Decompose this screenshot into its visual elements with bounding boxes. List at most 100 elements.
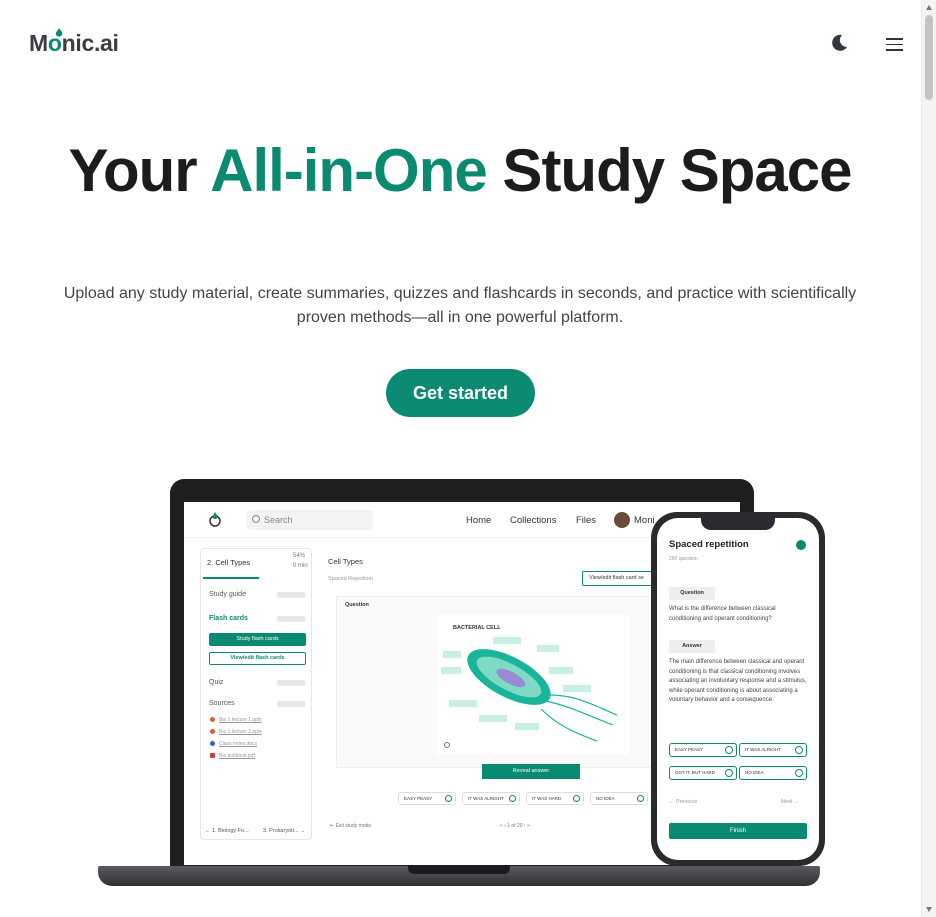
- app-logo-icon: [209, 512, 221, 527]
- bacteria-illustration: [441, 637, 618, 748]
- app-sidebar: 2. Cell Types 54% 0 min Study guide Flas…: [200, 548, 312, 840]
- rating-label: NO IDEA: [745, 770, 764, 775]
- source-link[interactable]: Bio 1 lecture 1.pptx: [219, 717, 262, 723]
- phone-previous-link[interactable]: ← Previous: [669, 799, 697, 805]
- laptop-notch: [408, 866, 510, 874]
- phone-screen: Spaced repetition 260 question Question …: [657, 518, 819, 860]
- source-link[interactable]: Class notes.docx: [219, 741, 257, 747]
- frown-icon: [573, 795, 580, 802]
- app-nav-collections[interactable]: Collections: [510, 515, 556, 526]
- side-item-quiz[interactable]: Quiz: [209, 679, 223, 686]
- site-header: Monic.ai: [0, 0, 921, 90]
- main-title: Cell Types: [328, 557, 363, 566]
- side-mini-bar: [277, 701, 305, 707]
- pptx-file-icon: [210, 717, 215, 722]
- phone-title: Spaced repetition: [669, 539, 749, 550]
- pager-label: 1 of 20: [507, 823, 523, 829]
- exit-study-mode-link[interactable]: ⇤ Exit study mode: [330, 823, 371, 829]
- study-flash-cards-button[interactable]: Study flash cards: [209, 633, 306, 646]
- scroll-down-arrow-icon[interactable]: [926, 907, 932, 912]
- rating-easy-button[interactable]: EASY PEASY: [398, 792, 456, 805]
- side-time: 0 min: [293, 563, 308, 569]
- smile-icon: [445, 795, 452, 802]
- hero-title-part1: Your: [68, 137, 197, 204]
- pptx-file-icon: [210, 729, 215, 734]
- avatar[interactable]: [614, 512, 630, 528]
- confused-icon: [795, 769, 803, 777]
- moon-icon[interactable]: [829, 33, 849, 53]
- rating-label: IT WAS ALRIGHT: [468, 796, 504, 801]
- phone-answer-text: The main difference between classical an…: [669, 659, 807, 704]
- rating-label: GOT IT, BUT HARD: [675, 770, 715, 775]
- phone-question-count: 260 question: [669, 556, 698, 562]
- hamburger-menu-icon[interactable]: [886, 38, 903, 55]
- side-next-link[interactable]: 3. Prokaryoti... →: [263, 828, 306, 834]
- question-label: Question: [345, 602, 369, 608]
- rating-label: EASY PEASY: [404, 796, 433, 801]
- scroll-up-arrow-icon[interactable]: [926, 5, 932, 10]
- app-nav-files[interactable]: Files: [576, 515, 596, 526]
- side-title[interactable]: 2. Cell Types: [207, 558, 250, 567]
- next-label: Next: [781, 799, 793, 805]
- search-icon: [252, 515, 260, 523]
- phone-notch: [701, 518, 775, 530]
- side-item-study-guide[interactable]: Study guide: [209, 591, 246, 598]
- app-user-name: Moni: [634, 515, 655, 526]
- side-next-label: 3. Prokaryoti...: [263, 828, 299, 834]
- side-item-flash-cards[interactable]: Flash cards: [209, 615, 248, 622]
- hero-title: Your All-in-One Study Space: [60, 136, 860, 206]
- logo-text-prefix: M: [29, 30, 48, 56]
- smile-icon: [509, 795, 516, 802]
- phone-question-text: What is the difference between classical…: [669, 606, 776, 622]
- scrollbar[interactable]: [921, 0, 936, 917]
- rating-label: EASY PEASY: [675, 747, 704, 752]
- question-tag: Question: [669, 587, 715, 600]
- check-icon: [796, 540, 806, 550]
- app-search-input[interactable]: Search: [246, 510, 373, 530]
- hero-title-accent: All-in-One: [210, 137, 488, 204]
- source-link[interactable]: Bio textbook.pdf: [219, 753, 255, 759]
- logo-text-suffix: nic.ai: [61, 30, 119, 56]
- smile-icon: [795, 746, 803, 754]
- exit-label: Exit study mode: [335, 823, 372, 829]
- rating-no-idea-button[interactable]: NO IDEA: [590, 792, 648, 805]
- logo-drop-icon: [55, 28, 63, 37]
- view-flash-cards-button[interactable]: View/edit flash cards: [209, 652, 306, 665]
- answer-tag: Answer: [669, 640, 715, 653]
- pdf-file-icon: [210, 753, 215, 758]
- side-progress: 54%: [293, 553, 306, 559]
- phone-rating-no-idea-button[interactable]: NO IDEA: [739, 766, 807, 780]
- logo[interactable]: Monic.ai: [29, 30, 119, 57]
- side-prev-link[interactable]: ← 1. Biology Fo...: [205, 828, 249, 834]
- phone-rating-alright-button[interactable]: IT WAS ALRIGHT: [739, 743, 807, 757]
- bacterial-cell-diagram: BACTERIAL CELL: [437, 615, 629, 755]
- frown-icon: [725, 769, 733, 777]
- phone-rating-easy-button[interactable]: EASY PEASY: [669, 743, 737, 757]
- flash-card: Question BACTERIAL CELL: [336, 596, 656, 768]
- hero-title-part2: Study Space: [502, 137, 852, 204]
- rating-label: IT WAS HARD: [532, 796, 562, 801]
- main-subtitle: Spaced Repetition: [328, 576, 373, 582]
- hero-subtitle: Upload any study material, create summar…: [63, 285, 857, 326]
- side-prev-label: 1. Biology Fo...: [212, 828, 249, 834]
- docx-file-icon: [210, 741, 215, 746]
- get-started-button[interactable]: Get started: [386, 369, 535, 417]
- source-link[interactable]: Bio 1 lecture 2.pptx: [219, 729, 262, 735]
- reveal-answer-button[interactable]: Reveal answer: [482, 764, 580, 779]
- scrollbar-thumb[interactable]: [925, 15, 933, 100]
- confused-icon: [637, 795, 644, 802]
- phone-finish-button[interactable]: Finish: [669, 823, 807, 839]
- pager[interactable]: « ‹ 1 of 20 › »: [500, 823, 530, 829]
- smile-icon: [725, 746, 733, 754]
- side-tab-indicator: [203, 577, 259, 579]
- phone-next-link[interactable]: Next →: [781, 799, 799, 805]
- phone-rating-hard-button[interactable]: GOT IT, BUT HARD: [669, 766, 737, 780]
- rating-alright-button[interactable]: IT WAS ALRIGHT: [462, 792, 520, 805]
- side-item-sources[interactable]: Sources: [209, 700, 235, 707]
- rating-label: IT WAS ALRIGHT: [745, 747, 781, 752]
- rating-hard-button[interactable]: IT WAS HARD: [526, 792, 584, 805]
- prev-label: Previous: [676, 799, 698, 805]
- side-mini-bar: [277, 592, 305, 598]
- app-nav-home[interactable]: Home: [466, 515, 491, 526]
- rating-label: NO IDEA: [596, 796, 615, 801]
